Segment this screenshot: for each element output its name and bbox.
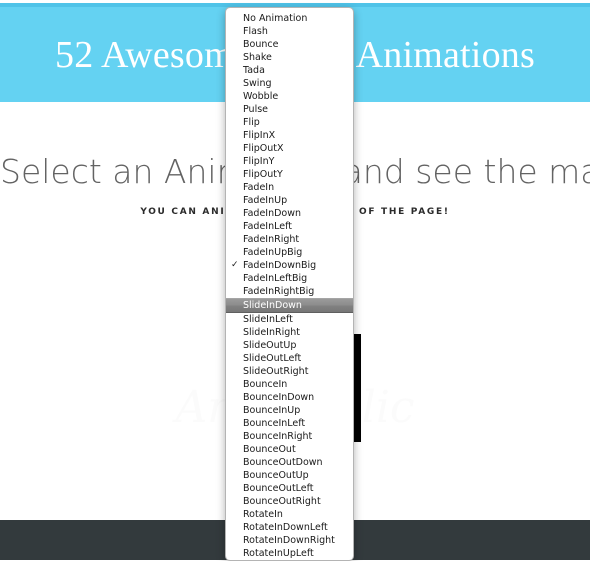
menu-item-option[interactable]: Shake [226, 51, 353, 64]
menu-item-label: BounceIn [243, 379, 288, 390]
menu-item-option[interactable]: BounceInDown [226, 391, 353, 404]
menu-item-label: FadeInUp [243, 195, 288, 206]
menu-item-option[interactable]: RotateInDownLeft [226, 521, 353, 534]
menu-item-option[interactable]: Flip [226, 116, 353, 129]
menu-item-option[interactable]: RotateInDownRight [226, 534, 353, 547]
menu-item-option[interactable]: BounceInUp [226, 404, 353, 417]
menu-item-label: SlideOutUp [243, 340, 297, 351]
menu-item-option[interactable]: BounceIn [226, 378, 353, 391]
menu-item-label: FadeInLeft [243, 221, 292, 232]
menu-item-label: RotateIn [243, 509, 283, 520]
menu-item-option[interactable]: BounceOutDown [226, 456, 353, 469]
menu-item-option[interactable]: BounceOut [226, 443, 353, 456]
menu-item-option[interactable]: Swing [226, 77, 353, 90]
menu-item-option[interactable]: BounceInRight [226, 430, 353, 443]
menu-item-option[interactable]: FadeInLeft [226, 220, 353, 233]
menu-item-label: FlipInX [243, 130, 276, 141]
menu-item-option[interactable]: FlipInX [226, 129, 353, 142]
animation-select-dropdown[interactable]: No Animation Flash Bounce Shake Tada Swing Wob… [225, 7, 354, 561]
menu-item-label: FadeInDownBig [243, 260, 317, 271]
menu-item-option[interactable]: Bounce [226, 38, 353, 51]
menu-item-label: BounceOutLeft [243, 483, 314, 494]
menu-item-label: BounceInLeft [243, 418, 306, 429]
menu-item-option[interactable]: SlideInDown [226, 298, 353, 313]
menu-item-option[interactable]: BounceOutLeft [226, 482, 353, 495]
menu-item-label: RotateInDownLeft [243, 522, 328, 533]
menu-item-label: FadeIn [243, 182, 275, 193]
menu-item-option[interactable]: BounceOutRight [226, 495, 353, 508]
menu-item-label: Shake [243, 52, 272, 63]
menu-item-option[interactable]: RotateInUpLeft [226, 547, 353, 560]
menu-item-label: BounceOutDown [243, 457, 323, 468]
menu-item-label: FadeInUpBig [243, 247, 303, 258]
menu-item-option[interactable]: Wobble [226, 90, 353, 103]
menu-item-label: BounceOutRight [243, 496, 321, 507]
menu-item-option[interactable]: RotateIn [226, 508, 353, 521]
menu-item-option[interactable]: FlipOutX [226, 142, 353, 155]
menu-item-option[interactable]: SlideOutLeft [226, 352, 353, 365]
checkmark-icon: ✓ [231, 260, 239, 270]
menu-item-option[interactable]: FadeIn [226, 181, 353, 194]
menu-item-label: FlipInY [243, 156, 275, 167]
menu-item-option[interactable]: Flash [226, 25, 353, 38]
menu-item-label: RotateInDownRight [243, 535, 335, 546]
menu-item-label: Pulse [243, 104, 269, 115]
menu-item-option[interactable]: FadeInRightBig [226, 285, 353, 298]
menu-item-option[interactable]: FlipInY [226, 155, 353, 168]
menu-item-label: FlipOutX [243, 143, 284, 154]
menu-item-option[interactable]: SlideInLeft [226, 313, 353, 326]
menu-item-label: BounceOutUp [243, 470, 309, 481]
menu-item-label: SlideInRight [243, 327, 301, 338]
menu-item-label: SlideInDown [243, 300, 302, 311]
menu-item-label: FlipOutY [243, 169, 283, 180]
menu-item-label: BounceInDown [243, 392, 315, 403]
menu-item-option[interactable]: BounceInLeft [226, 417, 353, 430]
menu-item-option[interactable]: FadeInRight [226, 233, 353, 246]
menu-item-option[interactable]: FadeInDown [226, 207, 353, 220]
menu-item-label: FadeInRightBig [243, 286, 315, 297]
menu-item-option[interactable]: SlideOutRight [226, 365, 353, 378]
menu-item-label: Flip [243, 117, 260, 128]
menu-item-label: Wobble [243, 91, 279, 102]
menu-item-label: Swing [243, 78, 272, 89]
menu-item-option[interactable]: FlipOutY [226, 168, 353, 181]
menu-item-option[interactable]: FadeInUpBig [226, 246, 353, 259]
menu-item-option[interactable]: Pulse [226, 103, 353, 116]
menu-item-label: SlideOutLeft [243, 353, 302, 364]
menu-item-label: Bounce [243, 39, 279, 50]
animation-option-list: No Animation Flash Bounce Shake Tada Swing Wob… [226, 8, 353, 560]
menu-item-option[interactable]: FadeInLeftBig [226, 272, 353, 285]
menu-item-label: FadeInRight [243, 234, 300, 245]
menu-item-option[interactable]: Tada [226, 64, 353, 77]
menu-item-label: FadeInLeftBig [243, 273, 308, 284]
menu-item-option[interactable]: SlideOutUp [226, 339, 353, 352]
menu-item-label: RotateInUpLeft [243, 548, 314, 559]
menu-item-label: Tada [243, 65, 265, 76]
menu-item-label: No Animation [243, 13, 308, 24]
menu-item-label: BounceInRight [243, 431, 313, 442]
menu-item-label: FadeInDown [243, 208, 302, 219]
menu-item-option[interactable]: BounceOutUp [226, 469, 353, 482]
menu-item-label: BounceInUp [243, 405, 301, 416]
menu-item-option[interactable]: ✓ FadeInDownBig [226, 259, 353, 272]
menu-item-option[interactable]: FadeInUp [226, 194, 353, 207]
menu-item-option[interactable]: SlideInRight [226, 326, 353, 339]
menu-item-option[interactable]: No Animation [226, 12, 353, 25]
menu-item-label: SlideOutRight [243, 366, 309, 377]
menu-item-label: Flash [243, 26, 268, 37]
menu-item-label: SlideInLeft [243, 314, 293, 325]
menu-item-label: BounceOut [243, 444, 296, 455]
